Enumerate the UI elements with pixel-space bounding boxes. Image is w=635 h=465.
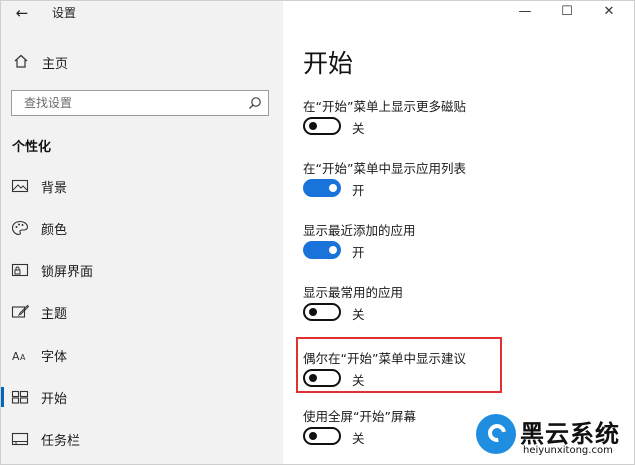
toggle-state: 开 xyxy=(352,245,365,260)
home-icon xyxy=(14,54,28,68)
search-icon[interactable] xyxy=(248,96,262,110)
sidebar-item-colors[interactable]: 颜色 xyxy=(0,213,283,243)
toggle-state: 关 xyxy=(352,307,365,322)
close-button[interactable]: ✕ xyxy=(589,0,629,24)
toggle-knob xyxy=(329,184,337,192)
sidebar-item-label: 主题 xyxy=(41,307,68,322)
toggle-knob xyxy=(309,308,317,316)
sidebar: ← 设置 主页 个性化 背景 颜色 锁屏界面 xyxy=(0,0,283,465)
toggle-knob xyxy=(329,246,337,254)
back-arrow-icon[interactable]: ← xyxy=(10,2,34,24)
sidebar-item-label: 颜色 xyxy=(41,223,68,238)
toggle-switch[interactable] xyxy=(303,179,341,197)
highlight-annotation xyxy=(296,337,502,393)
watermark-logo-icon xyxy=(476,414,516,454)
section-title: 个性化 xyxy=(12,140,52,155)
toggle-switch[interactable] xyxy=(303,241,341,259)
sidebar-item-lock-screen[interactable]: 锁屏界面 xyxy=(0,255,283,285)
nav-home-label: 主页 xyxy=(42,57,69,72)
setting-most-used: 显示最常用的应用 关 xyxy=(303,282,623,338)
sidebar-item-label: 任务栏 xyxy=(41,434,81,449)
picture-icon xyxy=(11,179,29,193)
setting-recently-added: 显示最近添加的应用 开 xyxy=(303,220,623,276)
setting-label: 在“开始”菜单上显示更多磁贴 xyxy=(303,99,466,114)
setting-more-tiles: 在“开始”菜单上显示更多磁贴 关 xyxy=(303,96,623,152)
search-box[interactable] xyxy=(11,90,269,116)
watermark-title: 黑云系统 xyxy=(520,420,620,448)
watermark-url: heiyunxitong.com xyxy=(523,445,613,456)
toggle-switch[interactable] xyxy=(303,303,341,321)
app-title: 设置 xyxy=(52,6,77,20)
setting-label: 在“开始”菜单中显示应用列表 xyxy=(303,161,466,176)
window-controls: — ☐ ✕ xyxy=(505,0,635,24)
setting-app-list: 在“开始”菜单中显示应用列表 开 xyxy=(303,158,623,214)
toggle-state: 开 xyxy=(352,183,365,198)
search-input[interactable] xyxy=(12,91,242,115)
setting-label: 显示最常用的应用 xyxy=(303,285,404,300)
sidebar-item-label: 字体 xyxy=(41,350,68,365)
maximize-button[interactable]: ☐ xyxy=(547,0,587,24)
sidebar-item-label: 锁屏界面 xyxy=(41,265,94,280)
start-menu-icon xyxy=(11,390,29,404)
palette-icon xyxy=(11,220,29,236)
sidebar-item-themes[interactable]: 主题 xyxy=(0,297,283,327)
theme-brush-icon xyxy=(11,304,29,318)
page-title: 开始 xyxy=(303,49,354,78)
toggle-state: 关 xyxy=(352,121,365,136)
main-panel: — ☐ ✕ 开始 在“开始”菜单上显示更多磁贴 关 在“开始”菜单中显示应用列表… xyxy=(283,0,635,465)
lock-screen-icon xyxy=(11,263,29,277)
setting-label: 显示最近添加的应用 xyxy=(303,223,416,238)
toggle-state: 关 xyxy=(352,431,365,446)
sidebar-item-background[interactable]: 背景 xyxy=(0,171,283,201)
taskbar-icon xyxy=(11,432,29,446)
selected-indicator xyxy=(0,387,4,407)
svg-text:A: A xyxy=(20,353,26,362)
toggle-knob xyxy=(309,122,317,130)
sidebar-item-label: 开始 xyxy=(41,392,68,407)
toggle-switch[interactable] xyxy=(303,427,341,445)
nav-home[interactable]: 主页 xyxy=(0,48,283,76)
sidebar-item-label: 背景 xyxy=(41,181,68,196)
minimize-button[interactable]: — xyxy=(505,0,545,24)
watermark: 黑云系统 heiyunxitong.com xyxy=(470,412,630,462)
font-icon: A A xyxy=(12,350,26,363)
sidebar-item-fonts[interactable]: A A 字体 xyxy=(0,340,283,370)
setting-label: 使用全屏“开始”屏幕 xyxy=(303,409,416,424)
sidebar-item-taskbar[interactable]: 任务栏 xyxy=(0,424,283,454)
svg-text:A: A xyxy=(12,350,20,363)
sidebar-item-start[interactable]: 开始 xyxy=(0,382,283,412)
toggle-knob xyxy=(309,432,317,440)
toggle-switch[interactable] xyxy=(303,117,341,135)
